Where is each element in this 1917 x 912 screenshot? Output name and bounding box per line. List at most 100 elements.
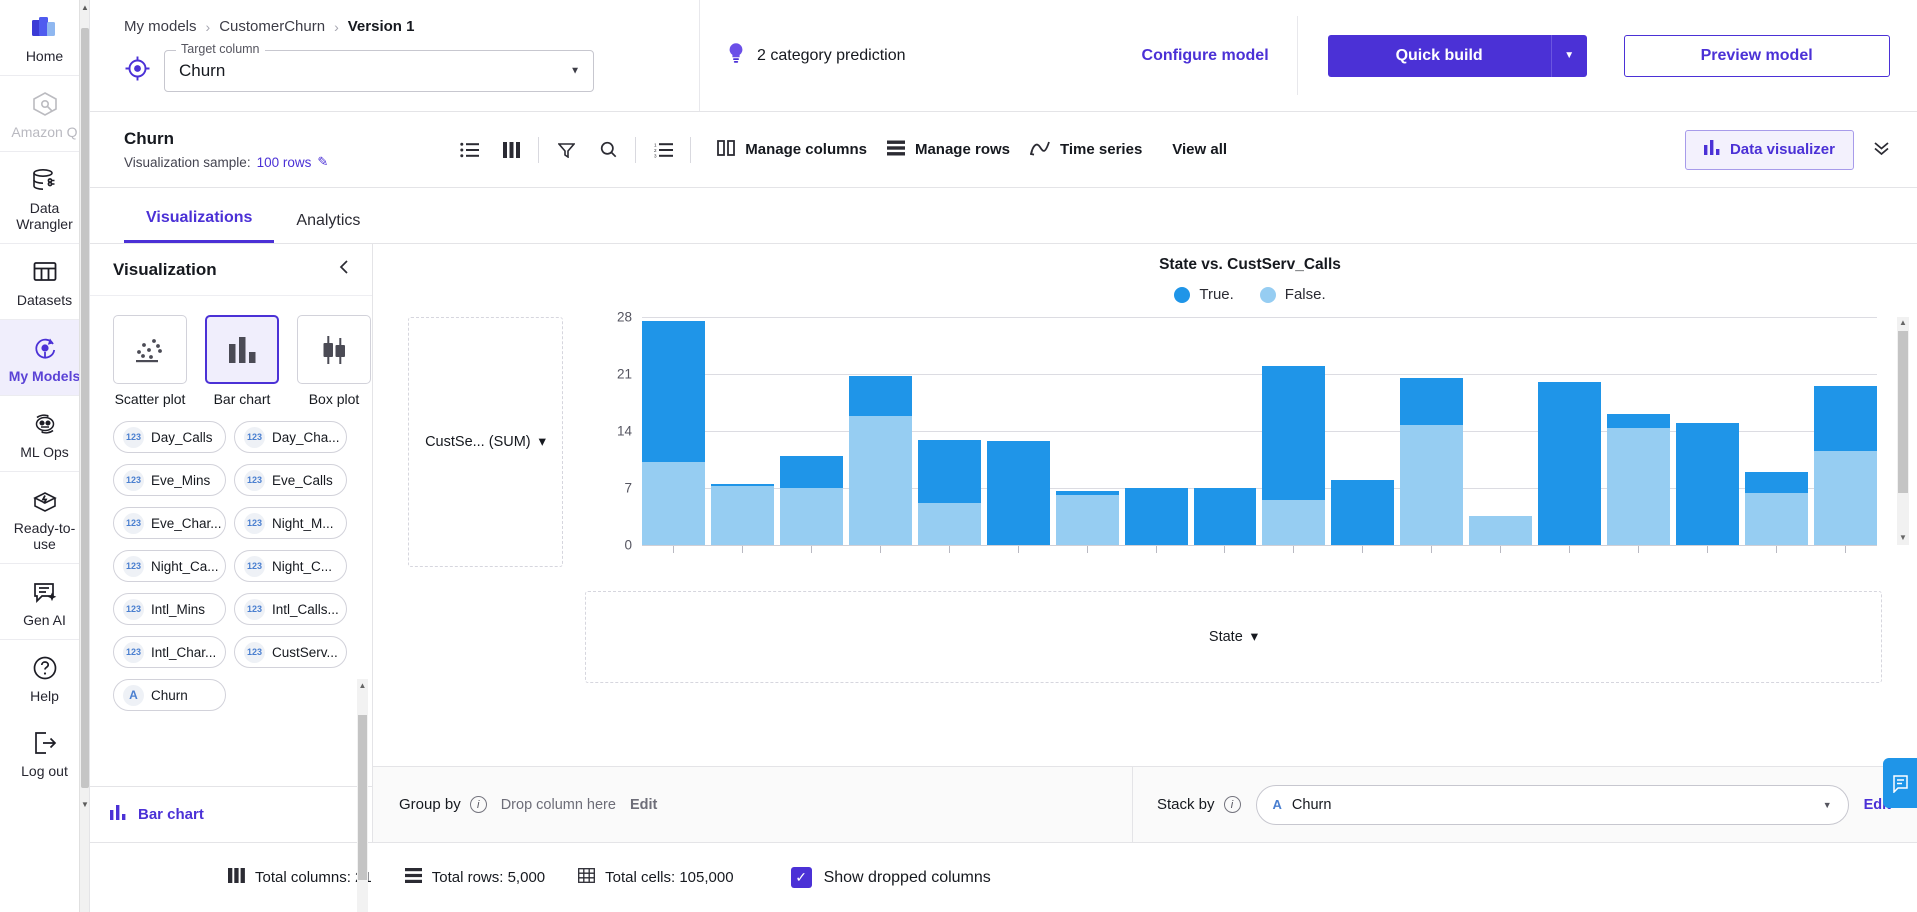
legend-item-true[interactable]: True. bbox=[1174, 286, 1234, 303]
chart-type-scatter-plot[interactable]: Scatter plot bbox=[113, 315, 187, 407]
bar-segment-true[interactable] bbox=[1331, 479, 1395, 545]
chevron-down-icon[interactable]: ▾ bbox=[1251, 629, 1258, 645]
view-all-button[interactable]: View all bbox=[1172, 141, 1227, 158]
bar-segment-false[interactable] bbox=[1262, 500, 1326, 545]
bar-column[interactable] bbox=[1607, 413, 1671, 545]
bar-segment-true[interactable] bbox=[1193, 488, 1257, 545]
bar-segment-false[interactable] bbox=[848, 416, 912, 545]
bar-segment-false[interactable] bbox=[779, 488, 843, 545]
scroll-up-arrow[interactable]: ▲ bbox=[81, 3, 89, 12]
bar-column[interactable] bbox=[1262, 365, 1326, 545]
time-series-button[interactable]: Time series bbox=[1029, 140, 1142, 160]
column-chip[interactable]: 123 Intl_Char... bbox=[113, 636, 226, 668]
sample-rows-value[interactable]: 100 rows bbox=[257, 155, 312, 170]
dimension-dropzone[interactable]: State ▾ bbox=[585, 591, 1882, 683]
bar-column[interactable] bbox=[1813, 386, 1877, 545]
bar-column[interactable] bbox=[710, 483, 774, 545]
info-icon[interactable]: i bbox=[469, 796, 487, 813]
sidebar-item-home[interactable]: Home bbox=[0, 0, 89, 76]
bar-segment-true[interactable] bbox=[779, 456, 843, 488]
column-chip[interactable]: 123 Night_C... bbox=[234, 550, 347, 582]
target-column-select[interactable]: Target column Churn ▼ bbox=[164, 42, 594, 92]
bar-segment-true[interactable] bbox=[642, 321, 705, 462]
bar-column[interactable] bbox=[1055, 491, 1119, 545]
sidebar-item-my-models[interactable]: My Models bbox=[0, 320, 89, 396]
scroll-down-arrow[interactable]: ▼ bbox=[1898, 533, 1908, 542]
column-chip[interactable]: 123 Eve_Mins bbox=[113, 464, 226, 496]
bar-segment-false[interactable] bbox=[710, 486, 774, 545]
bar-segment-true[interactable] bbox=[1400, 378, 1464, 426]
manage-columns-button[interactable]: Manage columns bbox=[717, 139, 867, 160]
bar-column[interactable] bbox=[1676, 422, 1739, 545]
column-chip[interactable]: 123 Intl_Mins bbox=[113, 593, 226, 625]
group-by-dropzone[interactable]: Drop column here bbox=[501, 797, 616, 813]
sidebar-item-data-wrangler[interactable]: Data Wrangler bbox=[0, 152, 89, 244]
bar-column[interactable] bbox=[1331, 479, 1395, 545]
stack-by-select[interactable]: A Churn ▼ bbox=[1255, 784, 1849, 825]
bar-segment-true[interactable] bbox=[1124, 488, 1188, 545]
bar-segment-true[interactable] bbox=[1538, 382, 1602, 545]
info-icon[interactable]: i bbox=[1223, 796, 1241, 813]
bar-column[interactable] bbox=[848, 376, 912, 545]
feedback-button[interactable] bbox=[1883, 758, 1917, 808]
scrollbar-thumb[interactable] bbox=[1898, 331, 1908, 493]
column-chip[interactable]: 123 Day_Calls bbox=[113, 421, 226, 453]
bar-segment-false[interactable] bbox=[1745, 492, 1808, 545]
column-chip[interactable]: 123 Eve_Calls bbox=[234, 464, 347, 496]
column-list-scrollbar[interactable]: ▲ ▼ bbox=[357, 679, 368, 912]
column-chip[interactable]: 123 Night_M... bbox=[234, 507, 347, 539]
bar-segment-false[interactable] bbox=[1400, 425, 1464, 545]
bar-segment-true[interactable] bbox=[1262, 365, 1326, 501]
bar-segment-false[interactable] bbox=[1469, 515, 1533, 545]
data-visualizer-button[interactable]: Data visualizer bbox=[1684, 129, 1854, 170]
bar-segment-false[interactable] bbox=[1607, 427, 1671, 545]
bar-column[interactable] bbox=[1469, 515, 1533, 545]
sidebar-item-logout[interactable]: Log out bbox=[0, 715, 89, 790]
group-by-edit-link[interactable]: Edit bbox=[630, 797, 657, 813]
bar-column[interactable] bbox=[917, 439, 981, 545]
quick-build-dropdown-button[interactable]: ▼ bbox=[1550, 34, 1587, 77]
bar-segment-false[interactable] bbox=[642, 461, 705, 545]
scrollbar-thumb[interactable] bbox=[81, 28, 89, 788]
bar-column[interactable] bbox=[986, 440, 1050, 545]
preview-model-button[interactable]: Preview model bbox=[1623, 34, 1890, 77]
scroll-up-arrow[interactable]: ▲ bbox=[1898, 318, 1908, 327]
sidebar-item-ready-to-use[interactable]: Ready-to-use bbox=[0, 472, 89, 564]
scroll-up-arrow[interactable]: ▲ bbox=[358, 681, 367, 690]
bar-segment-true[interactable] bbox=[917, 439, 981, 504]
chevron-down-icon[interactable]: ▼ bbox=[1823, 800, 1832, 810]
checkbox-checked-icon[interactable]: ✓ bbox=[790, 867, 812, 888]
column-view-icon[interactable] bbox=[490, 130, 532, 170]
bar-column[interactable] bbox=[1400, 378, 1464, 545]
breadcrumb-item-my-models[interactable]: My models bbox=[124, 18, 197, 35]
bar-segment-true[interactable] bbox=[848, 376, 912, 417]
bar-segment-false[interactable] bbox=[1813, 451, 1877, 545]
ordered-list-icon[interactable]: 123 bbox=[642, 130, 684, 170]
sidebar-item-gen-ai[interactable]: Gen AI bbox=[0, 564, 89, 639]
show-dropped-columns-toggle[interactable]: ✓ Show dropped columns bbox=[790, 867, 991, 888]
search-icon[interactable] bbox=[587, 130, 629, 170]
manage-rows-button[interactable]: Manage rows bbox=[886, 140, 1010, 160]
breadcrumb-item-customerchurn[interactable]: CustomerChurn bbox=[219, 18, 325, 35]
viz-tab-bar-chart[interactable]: Bar chart bbox=[110, 805, 204, 824]
edit-pencil-icon[interactable]: ✎ bbox=[317, 154, 328, 170]
bar-column[interactable] bbox=[1124, 488, 1188, 545]
bar-segment-false[interactable] bbox=[917, 503, 981, 545]
chart-type-box-plot[interactable]: Box plot bbox=[297, 315, 371, 407]
tab-visualizations[interactable]: Visualizations bbox=[124, 209, 275, 243]
chevron-left-icon[interactable] bbox=[338, 259, 350, 280]
measure-field-pill[interactable]: CustSe... (SUM) ▾ bbox=[425, 434, 546, 450]
scroll-down-arrow[interactable]: ▼ bbox=[81, 800, 89, 809]
configure-model-link[interactable]: Configure model bbox=[1142, 47, 1269, 65]
tab-analytics[interactable]: Analytics bbox=[274, 212, 382, 243]
legend-item-false[interactable]: False. bbox=[1259, 286, 1326, 303]
bar-segment-true[interactable] bbox=[1745, 471, 1808, 493]
bar-column[interactable] bbox=[779, 456, 843, 545]
bar-segment-true[interactable] bbox=[1676, 422, 1739, 545]
chevron-down-icon[interactable]: ▾ bbox=[539, 434, 546, 450]
filter-icon[interactable] bbox=[545, 130, 587, 170]
bar-segment-true[interactable] bbox=[986, 440, 1050, 545]
chart-scrollbar[interactable]: ▲ ▼ bbox=[1897, 317, 1909, 545]
dimension-field-pill[interactable]: State ▾ bbox=[1209, 629, 1258, 645]
bar-segment-false[interactable] bbox=[1055, 494, 1119, 545]
